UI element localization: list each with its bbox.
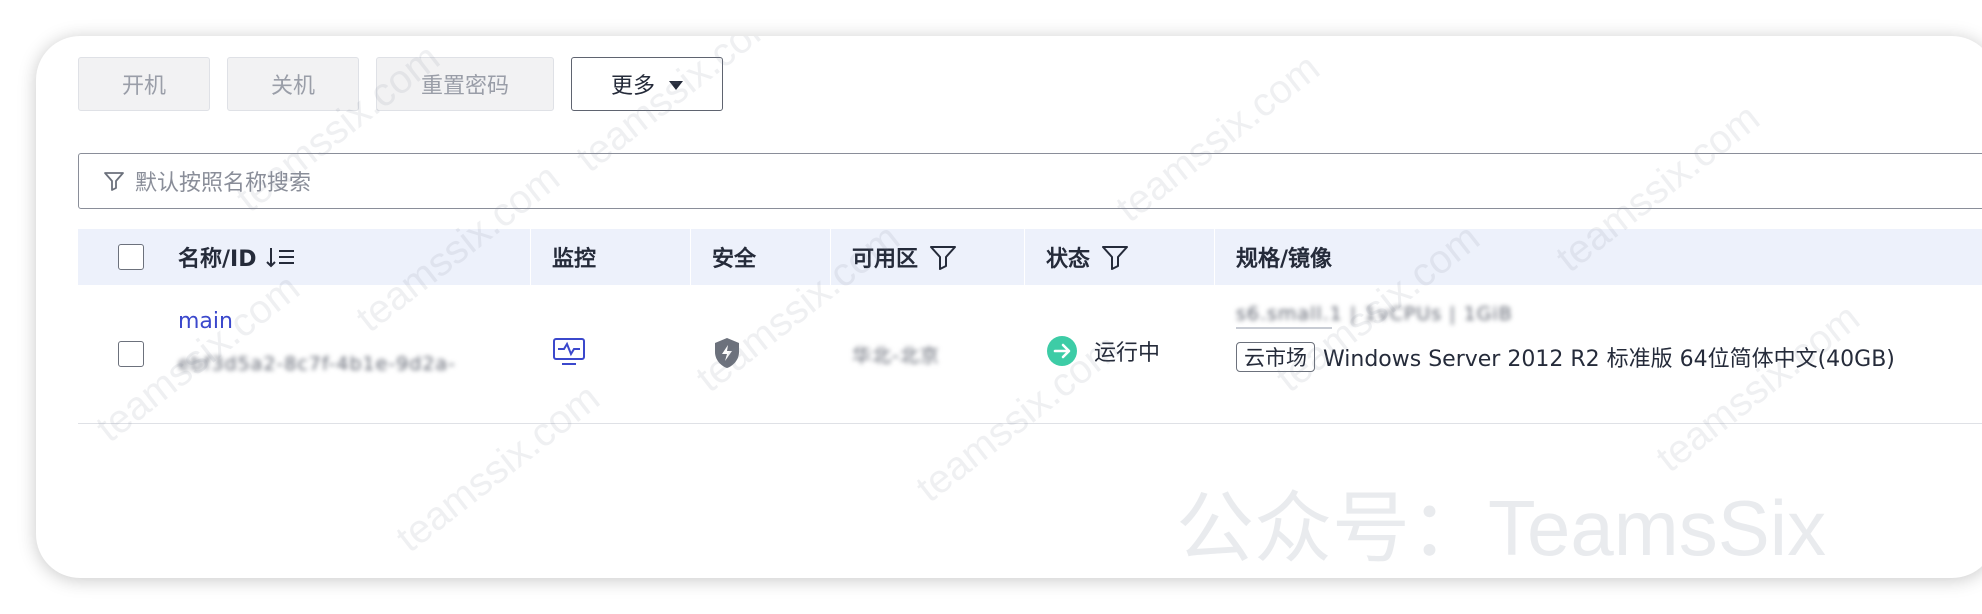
reset-password-button[interactable]: 重置密码 [376, 57, 554, 111]
power-on-label: 开机 [121, 74, 166, 99]
search-placeholder: 默认按照名称搜索 [135, 171, 312, 196]
sort-icon[interactable] [266, 245, 296, 269]
marketplace-tag: 云市场 [1236, 342, 1315, 372]
column-zone-label: 可用区 [852, 247, 919, 272]
more-label: 更多 [610, 74, 655, 99]
status-filter-icon[interactable] [1100, 243, 1130, 271]
table-row: main ebf3d5a2-8c7f-4b1e-9d2a- 华北-北京 运行中 … [78, 285, 1982, 424]
monitor-icon[interactable] [552, 337, 586, 371]
zone-filter-icon[interactable] [928, 243, 958, 271]
running-status-icon [1047, 336, 1077, 366]
column-monitor-label: 监控 [552, 247, 597, 272]
column-security: 安全 [712, 229, 756, 285]
column-status-label: 状态 [1046, 247, 1091, 272]
column-spec-image-label: 规格/镜像 [1236, 247, 1333, 272]
instance-name-link[interactable]: main [178, 309, 233, 334]
image-name: Windows Server 2012 R2 标准版 64位简体中文(40GB) [1323, 347, 1895, 372]
column-spec-image: 规格/镜像 [1236, 229, 1332, 285]
caret-down-icon [669, 80, 683, 90]
status-cell: 运行中 [1046, 335, 1160, 367]
column-status: 状态 [1046, 229, 1130, 285]
power-off-label: 关机 [270, 74, 315, 99]
reset-password-label: 重置密码 [420, 74, 509, 99]
zone-value: 华北-北京 [852, 345, 940, 367]
power-on-button[interactable]: 开机 [78, 57, 210, 111]
spec-value: s6.small.1 | 1vCPUs | 1GiB [1236, 303, 1513, 325]
instance-id: ebf3d5a2-8c7f-4b1e-9d2a- [178, 353, 456, 375]
column-name-id: 名称/ID [178, 229, 296, 285]
column-name-id-label: 名称/ID [178, 247, 257, 272]
table-header: 名称/ID 监控 安全 可用区 状态 规格/镜像 [78, 229, 1982, 285]
instance-name[interactable]: main [178, 309, 233, 334]
security-shield-icon[interactable] [712, 336, 742, 374]
status-text: 运行中 [1094, 341, 1161, 366]
wechat-watermark: 公众号：TeamsSix [1176, 484, 1827, 572]
instance-list-panel: 开机 关机 重置密码 更多 默认按照名称搜索 名称/ID 监控 安全 可用区 状… [36, 36, 1982, 578]
column-security-label: 安全 [712, 247, 757, 272]
more-dropdown-button[interactable]: 更多 [571, 57, 723, 111]
image-cell: 云市场 Windows Server 2012 R2 标准版 64位简体中文(4… [1236, 341, 1895, 373]
column-monitor: 监控 [552, 229, 596, 285]
power-off-button[interactable]: 关机 [227, 57, 359, 111]
filter-icon [104, 172, 124, 191]
spec-divider [1236, 327, 1332, 329]
row-checkbox[interactable] [118, 341, 144, 367]
search-input[interactable]: 默认按照名称搜索 [78, 153, 1982, 209]
column-zone: 可用区 [852, 229, 958, 285]
select-all-checkbox[interactable] [118, 244, 144, 270]
